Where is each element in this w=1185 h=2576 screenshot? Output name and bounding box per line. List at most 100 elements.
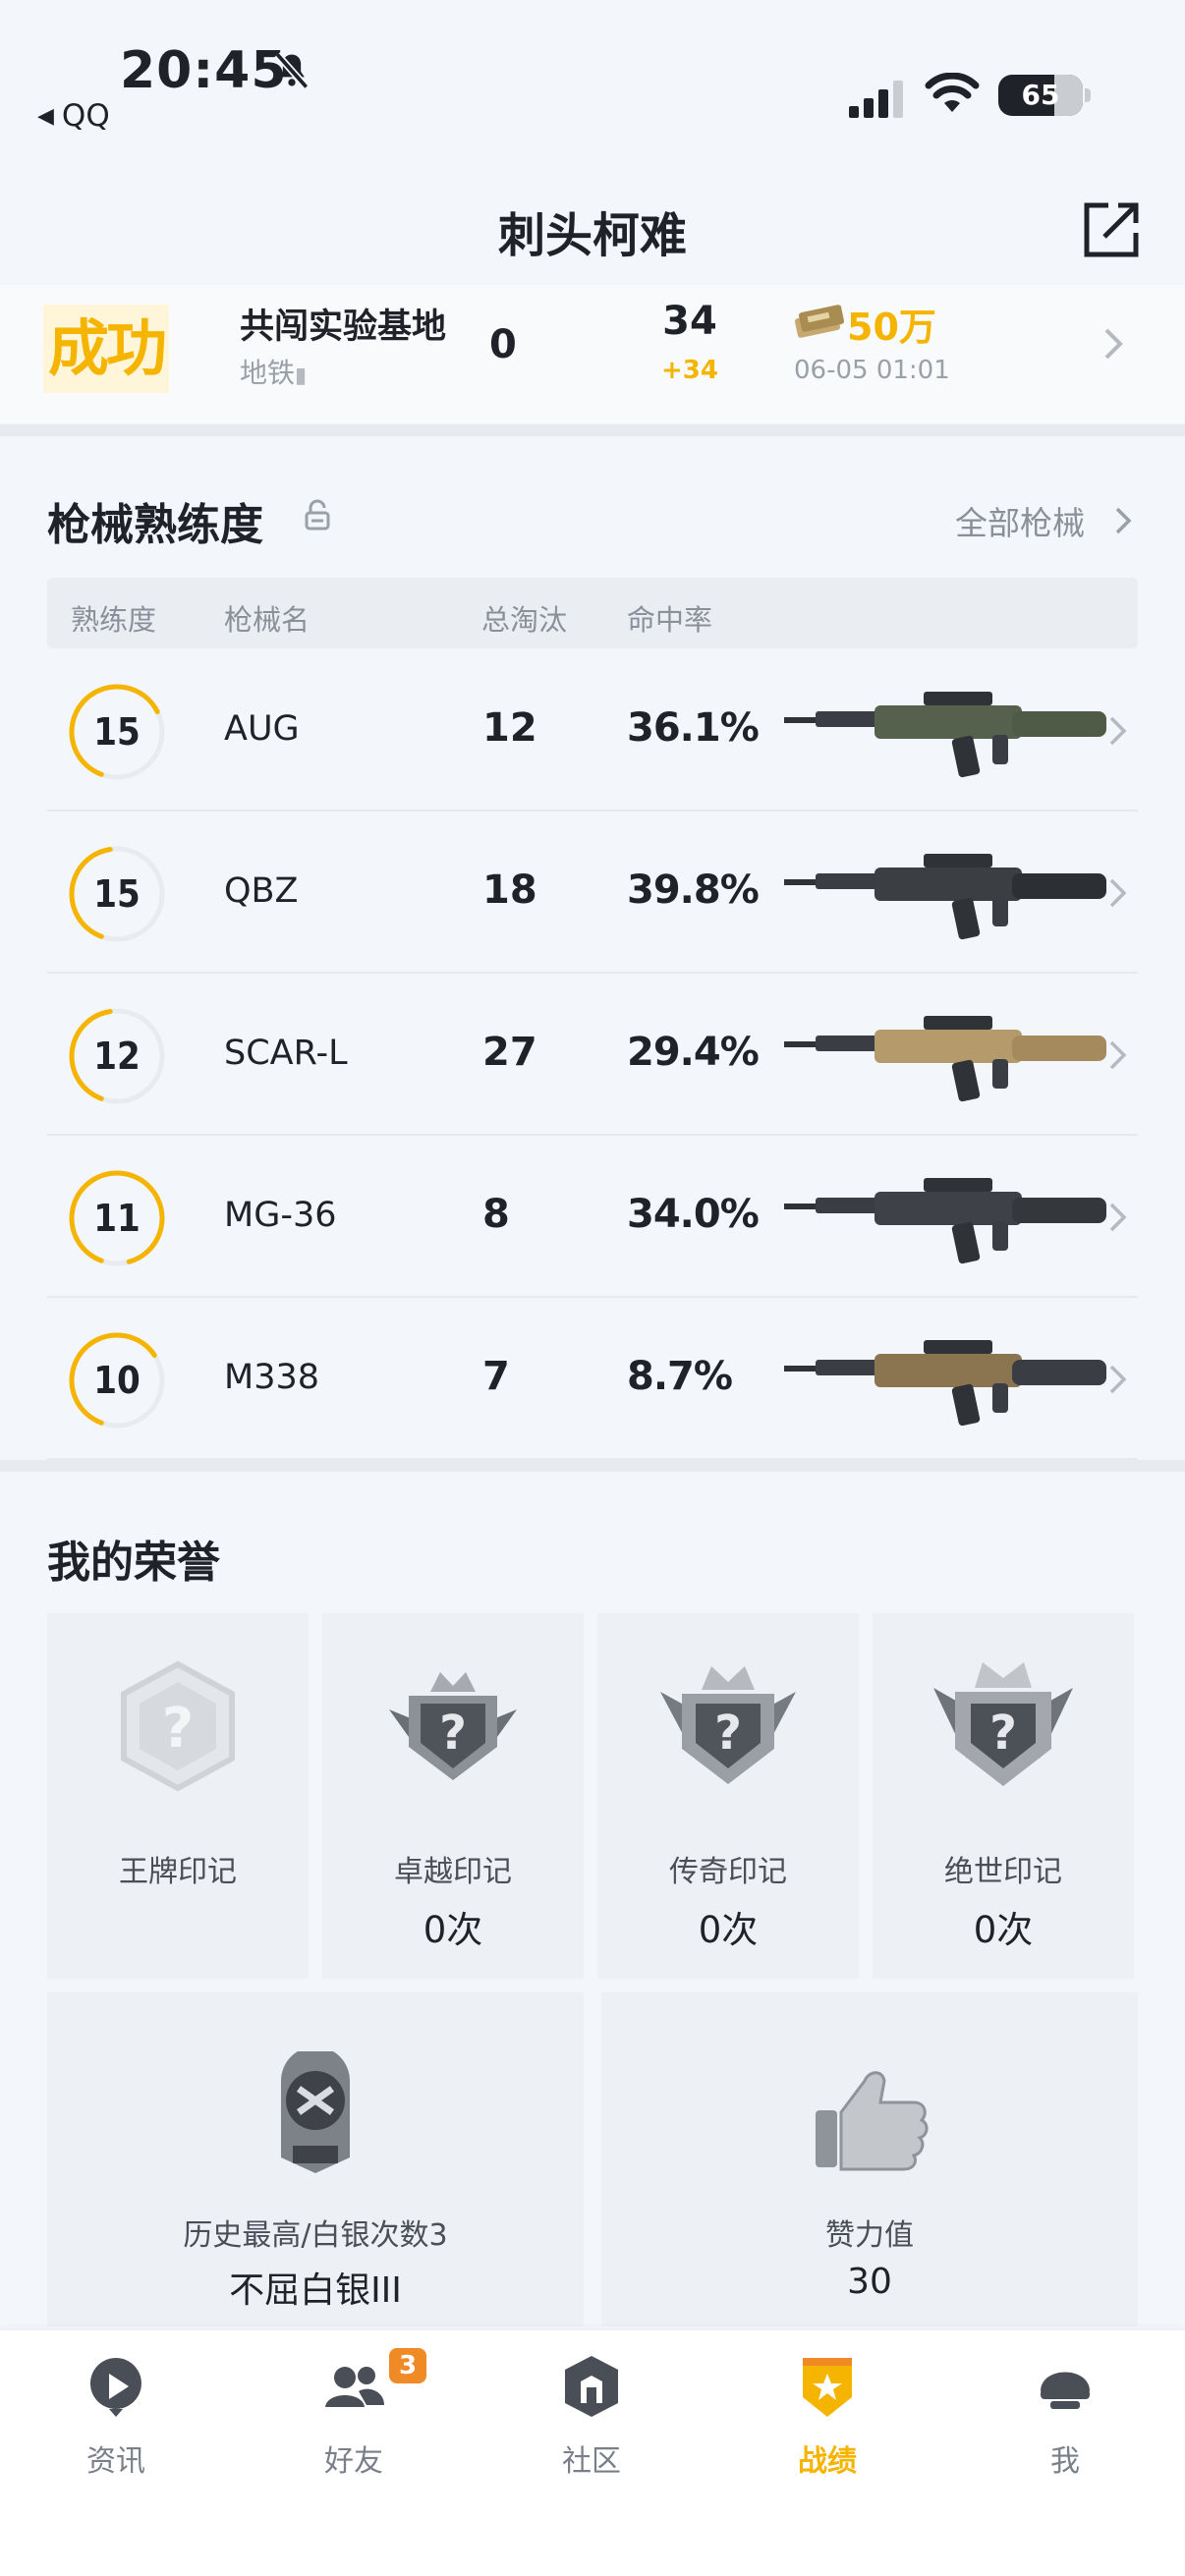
honor-count: 0次 [973, 1909, 1034, 1951]
share-icon[interactable] [1081, 199, 1142, 260]
svg-text:?: ? [439, 1706, 467, 1761]
likes-card[interactable]: 赞力值 30 [601, 1992, 1138, 2326]
section-divider [0, 1460, 1185, 1472]
status-bar: 20:45 ◀ QQ 65 [0, 0, 1185, 147]
news-play-icon [89, 2358, 141, 2417]
weapon-kills: 12 [482, 705, 537, 751]
honor-label: 卓越印记 [394, 1855, 512, 1889]
tab-label: 资讯 [86, 2444, 145, 2479]
weapon-image [776, 1160, 1116, 1274]
honor-card-excellent[interactable]: ? 卓越印记 0次 [322, 1613, 584, 1979]
friends-icon [325, 2367, 384, 2407]
weapon-row[interactable]: 15 AUG 12 36.1% [47, 650, 1138, 812]
match-mode: 地铁▮ [240, 352, 307, 391]
weapon-name: SCAR-L [224, 1034, 348, 1073]
tab-me[interactable]: 我 [987, 2352, 1144, 2499]
match-mode-label: 地铁 [240, 357, 296, 389]
svg-text:?: ? [162, 1697, 194, 1761]
cellular-signal-icon [849, 81, 903, 118]
column-header-accuracy: 命中率 [627, 603, 713, 637]
weapon-level: 10 [93, 1359, 141, 1402]
rank-badge-icon [281, 2051, 350, 2173]
battery-level: 65 [1021, 79, 1060, 111]
peerless-mark-icon: ? [933, 1662, 1073, 1786]
svg-text:?: ? [989, 1706, 1017, 1761]
tab-label: 社区 [562, 2444, 621, 2479]
records-shield-icon [803, 2358, 852, 2417]
rank-value: 不屈白银III [229, 2270, 402, 2311]
tab-label: 我 [1050, 2444, 1080, 2479]
status-time: 20:45 [120, 41, 288, 100]
likes-value: 30 [847, 2262, 892, 2302]
weapon-row[interactable]: 12 SCAR-L 27 29.4% [47, 975, 1138, 1136]
tab-friends[interactable]: 3 好友 [275, 2348, 432, 2499]
column-header-name: 枪械名 [224, 603, 310, 637]
weapons-table-header [47, 578, 1138, 648]
weapon-kills: 8 [482, 1192, 510, 1237]
honor-count: 0次 [423, 1909, 483, 1951]
section-divider [0, 424, 1185, 436]
weapon-row[interactable]: 15 QBZ 18 39.8% [47, 812, 1138, 974]
excellent-mark-icon: ? [389, 1672, 517, 1780]
match-result: 成功 [47, 312, 167, 384]
tab-community[interactable]: 社区 [513, 2352, 670, 2499]
tab-records[interactable]: 战绩 [749, 2352, 906, 2499]
legend-mark-icon: ? [660, 1666, 796, 1784]
honor-label: 绝世印记 [944, 1855, 1062, 1889]
match-result-badge: 成功 [43, 305, 169, 393]
lock-icon[interactable] [301, 497, 334, 532]
honors-section-title: 我的荣誉 [47, 1538, 220, 1588]
honor-card-peerless[interactable]: ? 绝世印记 0次 [873, 1613, 1134, 1979]
weapon-image [776, 674, 1116, 788]
weapons-section-title: 枪械熟练度 [47, 500, 263, 550]
chevron-right-icon[interactable] [1100, 324, 1126, 364]
weapon-name: AUG [224, 709, 300, 749]
column-header-level: 熟练度 [71, 603, 157, 637]
ace-mark-icon: ? [121, 1660, 235, 1792]
likes-label: 赞力值 [825, 2218, 914, 2253]
weapon-kills: 18 [482, 868, 537, 913]
honor-label: 王牌印记 [119, 1855, 237, 1889]
honor-count: 0次 [698, 1909, 759, 1951]
back-to-app[interactable]: ◀ QQ [37, 98, 110, 134]
weapon-level: 15 [93, 710, 141, 754]
friends-badge: 3 [389, 2348, 426, 2383]
honor-label: 传奇印记 [669, 1855, 787, 1889]
match-card[interactable] [0, 285, 1185, 422]
weapon-image [776, 1322, 1116, 1436]
rank-label: 历史最高/白银次数3 [183, 2218, 448, 2253]
weapon-accuracy: 29.4% [627, 1030, 760, 1075]
person-icon: ▮ [295, 364, 308, 388]
match-score: 34 [662, 299, 717, 344]
svg-text:?: ? [714, 1706, 742, 1761]
tab-news[interactable]: 资讯 [37, 2352, 195, 2499]
chevron-right-icon[interactable] [1112, 504, 1134, 537]
weapon-name: QBZ [224, 871, 299, 911]
weapon-accuracy: 39.8% [627, 868, 760, 913]
cash-icon [794, 305, 845, 338]
honor-card-ace[interactable]: ? 王牌印记 [47, 1613, 309, 1979]
back-app-label: QQ [61, 98, 110, 134]
weapon-row[interactable]: 11 MG-36 8 34.0% [47, 1137, 1138, 1298]
weapon-row[interactable]: 10 M338 7 8.7% [47, 1299, 1138, 1460]
weapon-image [776, 998, 1116, 1112]
weapon-kills: 27 [482, 1030, 537, 1075]
tab-label: 好友 [324, 2444, 383, 2479]
tab-label: 战绩 [798, 2444, 857, 2479]
weapon-accuracy: 36.1% [627, 705, 760, 751]
honor-card-legend[interactable]: ? 传奇印记 0次 [597, 1613, 859, 1979]
match-kills: 0 [489, 322, 517, 367]
weapon-kills: 7 [482, 1354, 510, 1399]
weapon-name: MG-36 [224, 1196, 337, 1235]
rank-card[interactable]: 历史最高/白银次数3 不屈白银III [47, 1992, 584, 2326]
wifi-icon [925, 73, 980, 112]
match-date: 06-05 01:01 [794, 356, 950, 385]
weapon-level: 15 [93, 872, 141, 916]
weapon-accuracy: 34.0% [627, 1192, 760, 1237]
community-icon [565, 2356, 618, 2417]
weapon-name: M338 [224, 1358, 320, 1397]
weapon-image [776, 836, 1116, 950]
battery-icon: 65 [998, 75, 1083, 116]
page-title: 刺头柯难 [497, 208, 687, 263]
all-weapons-link[interactable]: 全部枪械 [955, 497, 1085, 544]
